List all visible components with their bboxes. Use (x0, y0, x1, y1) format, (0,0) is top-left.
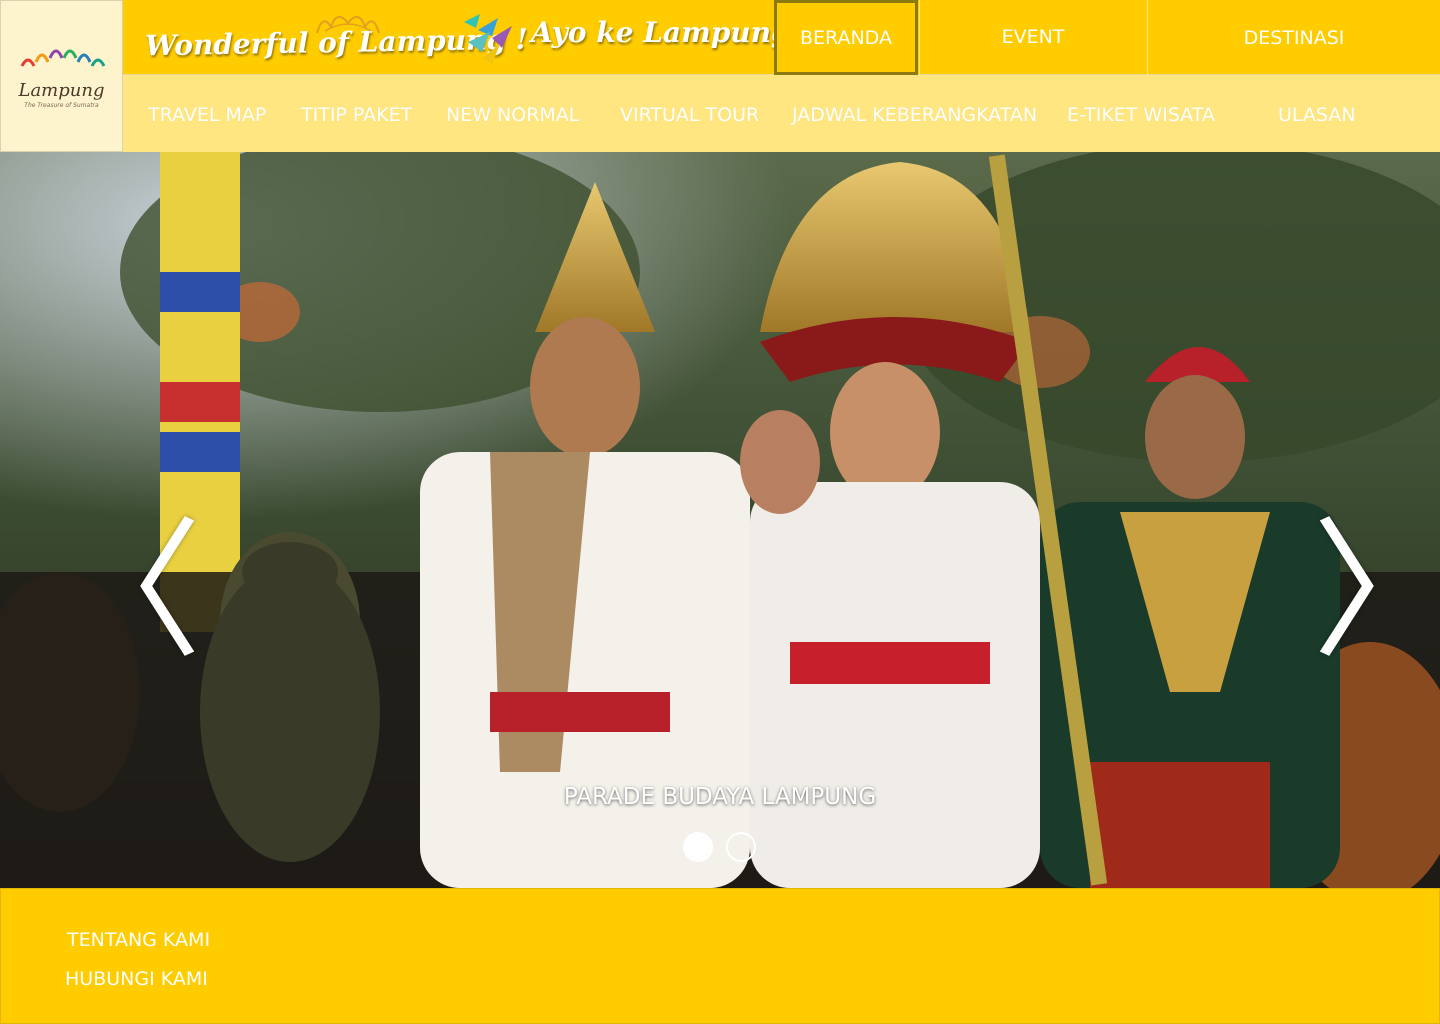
secondary-nav: TRAVEL MAP TITIP PAKET NEW NORMAL VIRTUA… (123, 75, 1440, 152)
nav-jadwal-keberangkatan[interactable]: JADWAL KEBERANGKATAN (792, 75, 1037, 152)
nav-event[interactable]: EVENT (919, 0, 1146, 75)
logo-wordmark: Lampung (18, 79, 105, 101)
nav-destinasi[interactable]: DESTINASI (1147, 0, 1440, 75)
nav-ulasan[interactable]: ULASAN (1278, 75, 1356, 152)
nav-beranda[interactable]: BERANDA (774, 0, 918, 75)
slogan-secondary: Ayo ke Lampung ! (531, 16, 813, 49)
wonderful-indonesia-mark-icon (464, 14, 512, 64)
carousel-caption: PARADE BUDAYA LAMPUNG (563, 784, 877, 810)
carousel-next-arrow[interactable]: 〉 (1312, 517, 1440, 667)
carousel-indicator-1[interactable] (683, 832, 713, 862)
nav-virtual-tour[interactable]: VIRTUAL TOUR (620, 75, 759, 152)
nav-travel-map[interactable]: TRAVEL MAP (148, 75, 266, 152)
carousel-prev-arrow[interactable]: 〈 (52, 517, 202, 667)
carousel-indicator-2[interactable] (726, 832, 756, 862)
site-logo[interactable]: Lampung The Treasure of Sumatra (0, 0, 123, 152)
siger-crown-icon (316, 16, 380, 34)
nav-titip-paket[interactable]: TITIP PAKET (301, 75, 412, 152)
nav-e-tiket-wisata[interactable]: E-TIKET WISATA (1067, 75, 1215, 152)
footer-link-tentang-kami[interactable]: TENTANG KAMI (67, 929, 210, 951)
footer-link-hubungi-kami[interactable]: HUBUNGI KAMI (65, 968, 208, 990)
lampung-logo-icon (20, 49, 105, 67)
carousel-slide-image (0, 152, 1440, 888)
footer: TENTANG KAMI HUBUNGI KAMI (0, 888, 1440, 1024)
logo-tagline: The Treasure of Sumatra (24, 101, 99, 109)
hero-carousel: 〈 〉 PARADE BUDAYA LAMPUNG (0, 152, 1440, 888)
nav-new-normal[interactable]: NEW NORMAL (446, 75, 579, 152)
